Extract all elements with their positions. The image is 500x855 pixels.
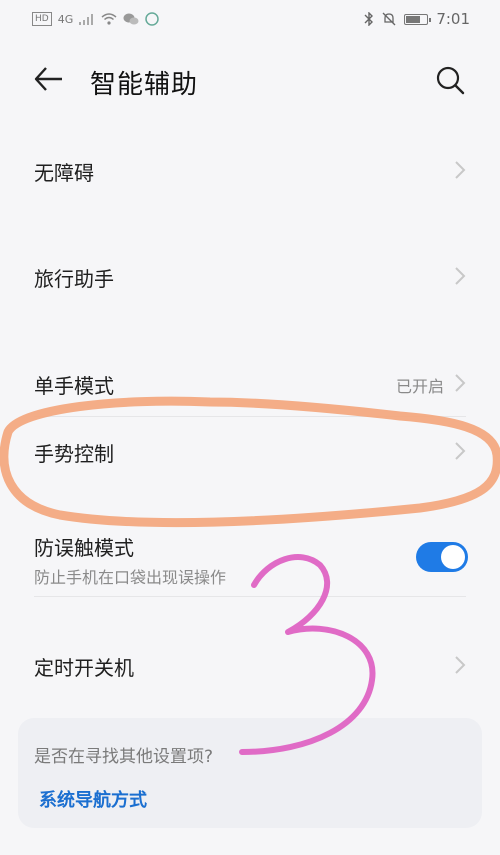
status-right: 7:01 xyxy=(364,10,470,28)
back-arrow-icon[interactable] xyxy=(32,62,66,96)
setting-item-subtitle: 防止手机在口袋出现误操作 xyxy=(34,568,227,587)
signal-icon xyxy=(79,14,94,25)
setting-item-scheduled-power[interactable]: 定时开关机 xyxy=(0,630,500,700)
system-navigation-link[interactable]: 系统导航方式 xyxy=(39,786,147,812)
suggestion-card: 是否在寻找其他设置项? 系统导航方式 xyxy=(18,718,482,828)
setting-item-travel-assistant[interactable]: 旅行助手 xyxy=(0,241,500,311)
divider xyxy=(34,596,466,597)
status-time: 7:01 xyxy=(436,10,470,28)
setting-item-label: 无障碍 xyxy=(34,161,94,185)
chevron-right-icon xyxy=(455,656,466,674)
setting-item-label: 手势控制 xyxy=(34,442,114,466)
toggle-knob xyxy=(441,545,465,569)
bluetooth-icon xyxy=(364,12,374,26)
search-icon[interactable] xyxy=(434,64,466,96)
page-title: 智能辅助 xyxy=(90,70,199,100)
setting-item-label: 定时开关机 xyxy=(34,656,134,680)
chevron-right-icon xyxy=(455,267,466,285)
chevron-right-icon xyxy=(455,161,466,179)
setting-item-accessibility[interactable]: 无障碍 xyxy=(0,135,500,205)
chevron-right-icon xyxy=(455,374,466,392)
status-left: HD 4G xyxy=(32,12,159,26)
chevron-right-icon xyxy=(455,442,466,460)
setting-item-one-hand-mode[interactable]: 单手模式 已开启 xyxy=(0,348,500,418)
network-type: 4G xyxy=(57,12,74,26)
mute-icon xyxy=(382,12,396,26)
suggestion-question: 是否在寻找其他设置项? xyxy=(34,747,214,767)
app-notification-icon xyxy=(145,12,159,26)
wifi-icon xyxy=(101,13,117,25)
hd-badge: HD xyxy=(32,12,52,26)
header: 智能辅助 xyxy=(0,52,500,108)
anti-mistouch-toggle[interactable] xyxy=(416,542,468,572)
wechat-icon xyxy=(123,13,139,25)
battery-icon xyxy=(404,13,432,25)
setting-item-label: 旅行助手 xyxy=(34,267,114,291)
status-bar: HD 4G 7:01 xyxy=(0,0,500,40)
setting-item-status: 已开启 xyxy=(395,377,444,396)
setting-item-gesture-control[interactable]: 手势控制 xyxy=(0,416,500,486)
setting-item-label: 防误触模式 xyxy=(34,536,134,560)
setting-item-label: 单手模式 xyxy=(34,374,114,398)
